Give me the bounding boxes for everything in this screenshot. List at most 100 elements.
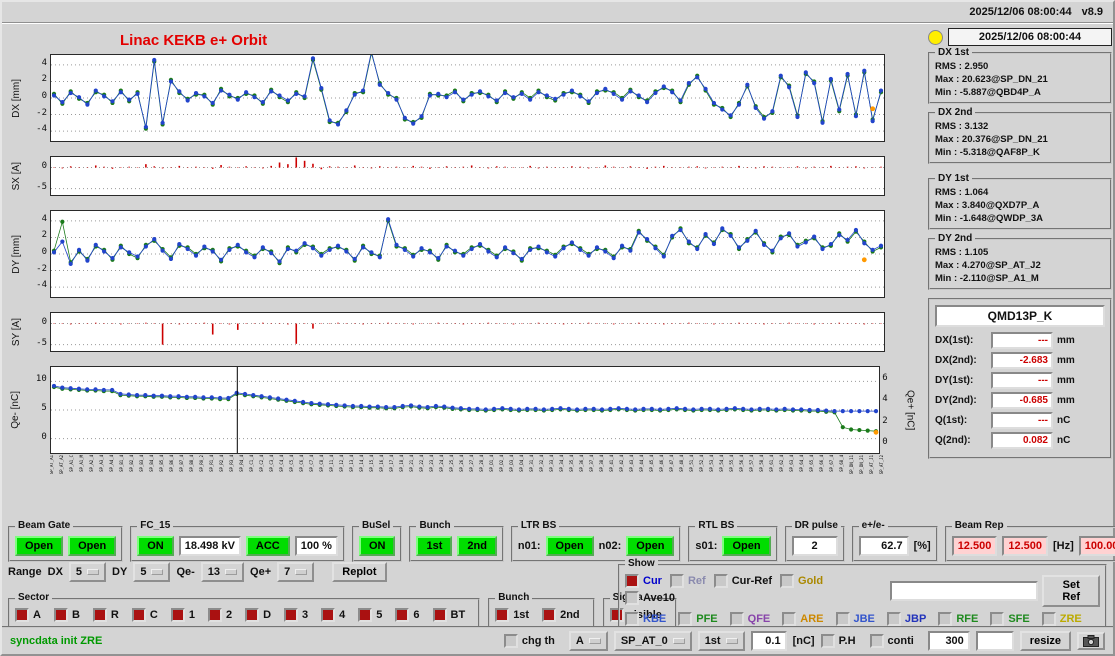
- bpm-label: SP_43_4: [629, 455, 634, 472]
- fc15-acc-button[interactable]: ACC: [245, 536, 290, 556]
- set-ref-button[interactable]: Set Ref: [1042, 575, 1100, 607]
- selected-bpm-row: DX(2nd): -2.683 mm: [935, 352, 1105, 369]
- show-checkbox-gold[interactable]: Gold: [780, 574, 823, 588]
- show-checkbox-ref[interactable]: Ref: [669, 574, 706, 588]
- checkbox-indicator: [1041, 612, 1056, 626]
- checkbox-indicator: [886, 612, 901, 626]
- dy-plot[interactable]: [50, 210, 885, 298]
- bunch-1st-button[interactable]: 1st: [416, 536, 453, 556]
- show-checkbox-pfe[interactable]: PFE: [678, 612, 718, 626]
- sector-checkbox-c[interactable]: C: [131, 608, 158, 622]
- bpm-value-field: ---: [991, 332, 1053, 349]
- ltr-n02-button[interactable]: Open: [626, 536, 675, 556]
- show-checkbox-jbp[interactable]: JBP: [886, 612, 926, 626]
- conti-checkbox[interactable]: conti: [869, 634, 914, 648]
- bpm-select[interactable]: SP_AT_0: [613, 631, 692, 651]
- bunch-checkbox-1st[interactable]: 1st: [495, 608, 529, 622]
- show-checkbox-ave10[interactable]: Ave10: [625, 591, 675, 605]
- checkbox-label: Ave10: [643, 592, 676, 604]
- bpm-label: SP_A4_4: [109, 455, 114, 472]
- sector-checkbox-r[interactable]: R: [92, 608, 119, 622]
- replot-button[interactable]: Replot: [332, 562, 387, 582]
- show-checkbox-sfe[interactable]: SFE: [990, 612, 1030, 626]
- bpm-value-unit: nC: [1057, 415, 1071, 426]
- beam-rep-hz-label: [Hz]: [1053, 540, 1074, 552]
- show-checkbox-cur[interactable]: Cur: [625, 574, 662, 588]
- checkbox-label: BT: [450, 609, 466, 621]
- busel-on-button[interactable]: ON: [358, 536, 396, 556]
- range-and-sector-column: Range DX 5 DY 5 Qe- 13 Qe+ 7 Replot Sect…: [8, 558, 677, 628]
- ph-checkbox[interactable]: P.H: [820, 634, 856, 648]
- checkbox-label: 5: [376, 609, 383, 621]
- sector-checkbox-b[interactable]: B: [53, 608, 80, 622]
- y-tick-label: 2: [41, 74, 47, 85]
- sector-checkbox-bt[interactable]: BT: [432, 608, 466, 622]
- bpm-value-label: DY(1st):: [935, 375, 974, 386]
- range-dy-select[interactable]: 5: [133, 562, 171, 582]
- show-checkbox-are[interactable]: ARE: [782, 612, 824, 626]
- beam-gate-1-button[interactable]: Open: [15, 536, 64, 556]
- fc15-on-button[interactable]: ON: [137, 536, 174, 556]
- sy-plot[interactable]: [50, 312, 885, 352]
- bunch-select[interactable]: 1st: [697, 631, 745, 651]
- threshold-field[interactable]: 0.1: [750, 631, 787, 651]
- sector-checkbox-d[interactable]: D: [245, 608, 271, 622]
- checkbox-indicator: [780, 574, 795, 588]
- show-checkbox-kbe[interactable]: KBE: [625, 612, 666, 626]
- checkbox-indicator: [395, 608, 410, 622]
- ltr-n01-button[interactable]: Open: [545, 536, 594, 556]
- bpm-label: SP_46_4: [659, 455, 664, 472]
- range-dx-select[interactable]: 5: [68, 562, 107, 582]
- resize-button[interactable]: resize: [1019, 631, 1071, 651]
- charge-plot[interactable]: [49, 366, 881, 454]
- fc15-kv-field: 18.498 kV: [178, 536, 241, 556]
- ltr-n02-label: n02:: [598, 540, 622, 552]
- dx-plot[interactable]: [50, 54, 885, 142]
- y-tick-label: -5: [36, 181, 47, 192]
- bpm-label: SP_31_4: [529, 455, 534, 472]
- rtl-s01-button[interactable]: Open: [722, 536, 771, 556]
- beam-gate-2-button[interactable]: Open: [68, 536, 117, 556]
- sector-checkbox-3[interactable]: 3: [284, 608, 308, 622]
- chg-th-checkbox[interactable]: chg th: [503, 634, 555, 648]
- checkbox-label: RFE: [956, 613, 979, 625]
- bpm-label: SP_R1_4: [209, 455, 214, 472]
- bpm-label: SP_C4_4: [279, 455, 284, 472]
- selected-bpm-name[interactable]: QMD13P_K: [935, 305, 1105, 327]
- sector-select[interactable]: A: [568, 631, 608, 651]
- bpm-label: SP_28_4: [479, 455, 484, 472]
- sector-checkbox-4[interactable]: 4: [321, 608, 345, 622]
- range-qem-select[interactable]: 13: [200, 562, 245, 582]
- dx-tick-column: 4 2 0 -2 -4: [24, 54, 50, 142]
- show-checkbox-zre[interactable]: ZRE: [1041, 612, 1082, 626]
- show-checkbox-jbe[interactable]: JBE: [835, 612, 875, 626]
- range-dy-label: DY: [112, 566, 128, 578]
- ref-name-input[interactable]: [890, 581, 1039, 601]
- ltr-bs-group: LTR BS n01: Open n02: Open: [510, 520, 682, 562]
- checkbox-label: 1: [188, 609, 195, 621]
- blank-field[interactable]: [975, 631, 1014, 651]
- snapshot-button[interactable]: [1077, 632, 1105, 650]
- sector-checkbox-a[interactable]: A: [15, 608, 41, 622]
- bunch-2nd-button[interactable]: 2nd: [457, 536, 497, 556]
- bunch-checkbox-2nd[interactable]: 2nd: [542, 608, 580, 622]
- bpm-value-field: ---: [991, 372, 1053, 389]
- range-qep-select[interactable]: 7: [277, 562, 315, 582]
- sx-plot[interactable]: [50, 156, 885, 196]
- interval-field[interactable]: 300: [927, 631, 970, 651]
- bpm-label: SP_A2_4: [89, 455, 94, 472]
- show-checkbox-rfe[interactable]: RFE: [938, 612, 978, 626]
- sector-checkbox-2[interactable]: 2: [207, 608, 232, 622]
- sector-checkbox-5[interactable]: 5: [358, 608, 382, 622]
- bpm-label: SP_C6_4: [299, 455, 304, 472]
- sector-checkbox-6[interactable]: 6: [395, 608, 420, 622]
- y-tick-label: 0: [41, 160, 47, 171]
- dy-axis-label: DY [mm]: [10, 234, 22, 274]
- show-checkbox-qfe[interactable]: QFE: [729, 612, 770, 626]
- dr-pulse-field[interactable]: 2: [791, 536, 838, 556]
- busel-group: BuSel ON: [351, 520, 403, 562]
- show-checkbox-cur-ref[interactable]: Cur-Ref: [713, 574, 772, 588]
- sector-checkbox-1[interactable]: 1: [170, 608, 195, 622]
- checkbox-label: 3: [302, 609, 309, 621]
- y-tick-label: -5: [36, 337, 47, 348]
